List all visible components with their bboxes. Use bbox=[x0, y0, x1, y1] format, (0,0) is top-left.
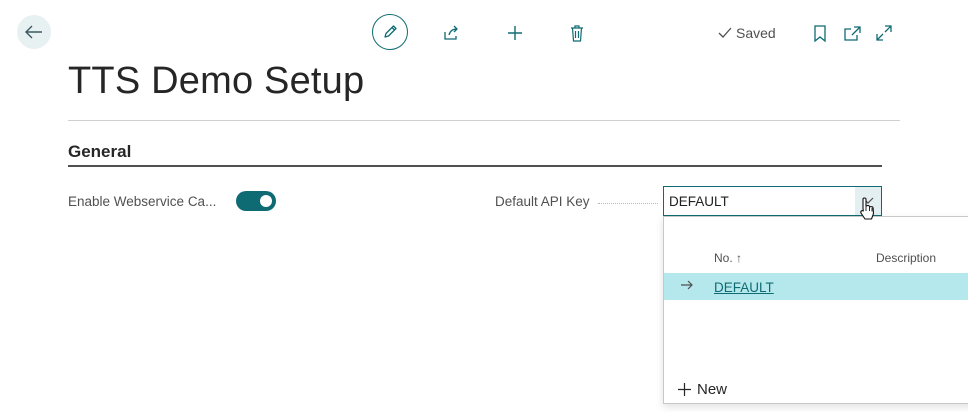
title-divider bbox=[68, 120, 900, 121]
default-api-key-label: Default API Key bbox=[495, 194, 590, 209]
open-new-window-button[interactable] bbox=[843, 23, 861, 43]
new-entry-label: New bbox=[697, 381, 728, 398]
share-icon bbox=[443, 25, 461, 41]
row-no-link[interactable]: DEFAULT bbox=[714, 280, 774, 295]
hand-cursor-icon bbox=[858, 197, 876, 221]
trash-icon bbox=[570, 24, 584, 42]
checkmark-icon bbox=[718, 27, 732, 39]
default-api-key-value[interactable]: DEFAULT bbox=[669, 194, 729, 209]
expand-button[interactable] bbox=[875, 23, 893, 43]
expand-icon bbox=[876, 25, 892, 41]
open-new-window-icon bbox=[843, 25, 861, 41]
enable-webservice-label: Enable Webservice Ca... bbox=[68, 194, 217, 209]
back-arrow-icon bbox=[25, 25, 43, 39]
bookmark-icon bbox=[814, 24, 826, 42]
new-button[interactable] bbox=[505, 23, 525, 43]
delete-button[interactable] bbox=[567, 23, 587, 43]
column-header-no-label: No. bbox=[714, 251, 733, 265]
row-selected-arrow-icon bbox=[680, 279, 694, 291]
page-title: TTS Demo Setup bbox=[68, 60, 365, 102]
back-button[interactable] bbox=[17, 15, 51, 49]
enable-webservice-toggle[interactable] bbox=[236, 191, 276, 211]
saved-label: Saved bbox=[736, 25, 776, 41]
section-divider bbox=[68, 165, 882, 167]
list-item[interactable]: DEFAULT bbox=[664, 273, 968, 300]
column-header-description[interactable]: Description bbox=[876, 251, 936, 265]
saved-status: Saved bbox=[718, 24, 776, 42]
bookmark-button[interactable] bbox=[812, 23, 828, 43]
column-header-no[interactable]: No. ↑ bbox=[714, 251, 742, 265]
plus-icon bbox=[678, 383, 691, 396]
share-button[interactable] bbox=[442, 23, 462, 43]
new-entry-button[interactable]: New bbox=[678, 381, 727, 398]
api-key-lookup-dropdown: No. ↑ Description DEFAULT New bbox=[663, 216, 968, 404]
sort-ascending-icon: ↑ bbox=[736, 251, 743, 265]
default-api-key-field[interactable]: DEFAULT bbox=[663, 186, 882, 216]
field-leader-dots bbox=[598, 203, 658, 204]
pencil-icon bbox=[382, 24, 398, 40]
edit-button[interactable] bbox=[372, 14, 408, 50]
plus-icon bbox=[507, 25, 523, 41]
section-title-general[interactable]: General bbox=[68, 142, 131, 162]
toggle-knob bbox=[260, 195, 272, 207]
